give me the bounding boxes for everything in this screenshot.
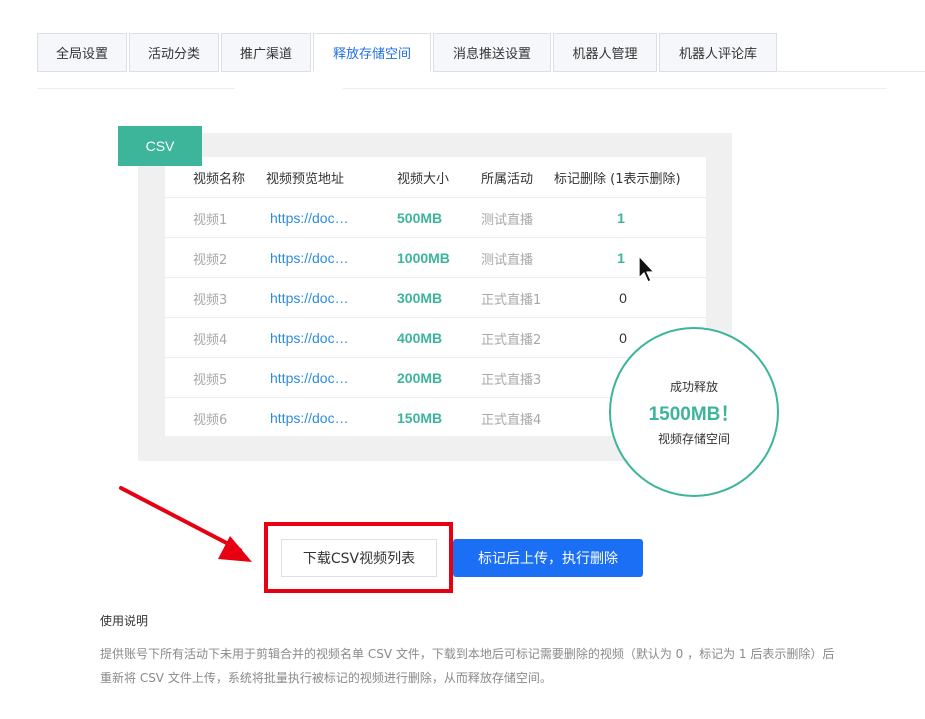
mouse-cursor-icon [637, 255, 657, 289]
video-size: 500MB [397, 210, 443, 226]
video-activity: 正式直播2 [481, 332, 542, 348]
table-row: 视频4 https://doc… 400MB 正式直播2 0 [165, 317, 706, 357]
tab-robot-management[interactable]: 机器人管理 [553, 33, 657, 72]
table-row: 视频1 https://doc… 500MB 测试直播 1 [165, 197, 706, 237]
video-url: https://doc… [270, 210, 349, 226]
tab-bar: 全局设置 活动分类 推广渠道 释放存储空间 消息推送设置 机器人管理 机器人评论… [37, 33, 779, 72]
upload-delete-button[interactable]: 标记后上传，执行删除 [453, 539, 643, 577]
video-name: 视频2 [193, 252, 228, 268]
download-csv-button[interactable]: 下载CSV视频列表 [281, 539, 437, 577]
tab-divider [776, 71, 925, 72]
delete-mark: 1 [617, 250, 625, 266]
csv-tag: CSV [118, 126, 202, 166]
column-header: 视频大小 [397, 171, 450, 187]
video-size: 200MB [397, 370, 443, 386]
video-url: https://doc… [270, 370, 349, 386]
tab-free-storage[interactable]: 释放存储空间 [313, 33, 431, 72]
video-size: 300MB [397, 290, 443, 306]
success-bubble: 成功释放 1500MB！ 视频存储空间 [609, 327, 779, 497]
usage-description: 提供账号下所有活动下未用于剪辑合并的视频名单 CSV 文件，下载到本地后可标记需… [100, 647, 835, 685]
column-header: 视频预览地址 [266, 171, 345, 187]
table-header: 视频名称 视频预览地址 视频大小 所属活动 标记删除 (1表示删除) [165, 157, 706, 197]
red-arrow-icon [118, 484, 258, 570]
bubble-line: 成功释放 [669, 379, 718, 394]
video-activity: 正式直播3 [481, 372, 542, 388]
video-url: https://doc… [270, 410, 349, 426]
video-activity: 测试直播 [481, 212, 534, 228]
video-size: 150MB [397, 410, 443, 426]
video-name: 视频4 [193, 332, 228, 348]
divider [37, 88, 235, 89]
video-activity: 正式直播1 [481, 292, 542, 308]
usage-title: 使用说明 [100, 614, 149, 628]
table-row: 视频3 https://doc… 300MB 正式直播1 0 [165, 277, 706, 317]
video-activity: 测试直播 [481, 252, 534, 268]
video-name: 视频6 [193, 412, 228, 428]
tab-robot-comments[interactable]: 机器人评论库 [659, 33, 777, 72]
video-url: https://doc… [270, 250, 349, 266]
video-size: 400MB [397, 330, 443, 346]
bubble-line: 视频存储空间 [657, 431, 730, 446]
tab-promotion-channel[interactable]: 推广渠道 [221, 33, 311, 72]
video-size: 1000MB [397, 250, 450, 266]
tab-push-settings[interactable]: 消息推送设置 [433, 33, 551, 72]
video-name: 视频1 [193, 212, 228, 228]
delete-mark: 1 [617, 210, 625, 226]
video-url: https://doc… [270, 330, 349, 346]
video-url: https://doc… [270, 290, 349, 306]
divider [343, 88, 887, 89]
bubble-amount: 1500MB！ [648, 403, 740, 425]
column-header: 标记删除 (1表示删除) [554, 171, 681, 187]
video-name: 视频3 [193, 292, 228, 308]
delete-mark: 0 [619, 290, 627, 306]
column-header: 所属活动 [481, 171, 534, 187]
video-activity: 正式直播4 [481, 412, 542, 428]
table-row: 视频2 https://doc… 1000MB 测试直播 1 [165, 237, 706, 277]
tab-global-settings[interactable]: 全局设置 [37, 33, 127, 72]
delete-mark: 0 [619, 330, 627, 346]
video-name: 视频5 [193, 372, 228, 388]
tab-activity-category[interactable]: 活动分类 [129, 33, 219, 72]
